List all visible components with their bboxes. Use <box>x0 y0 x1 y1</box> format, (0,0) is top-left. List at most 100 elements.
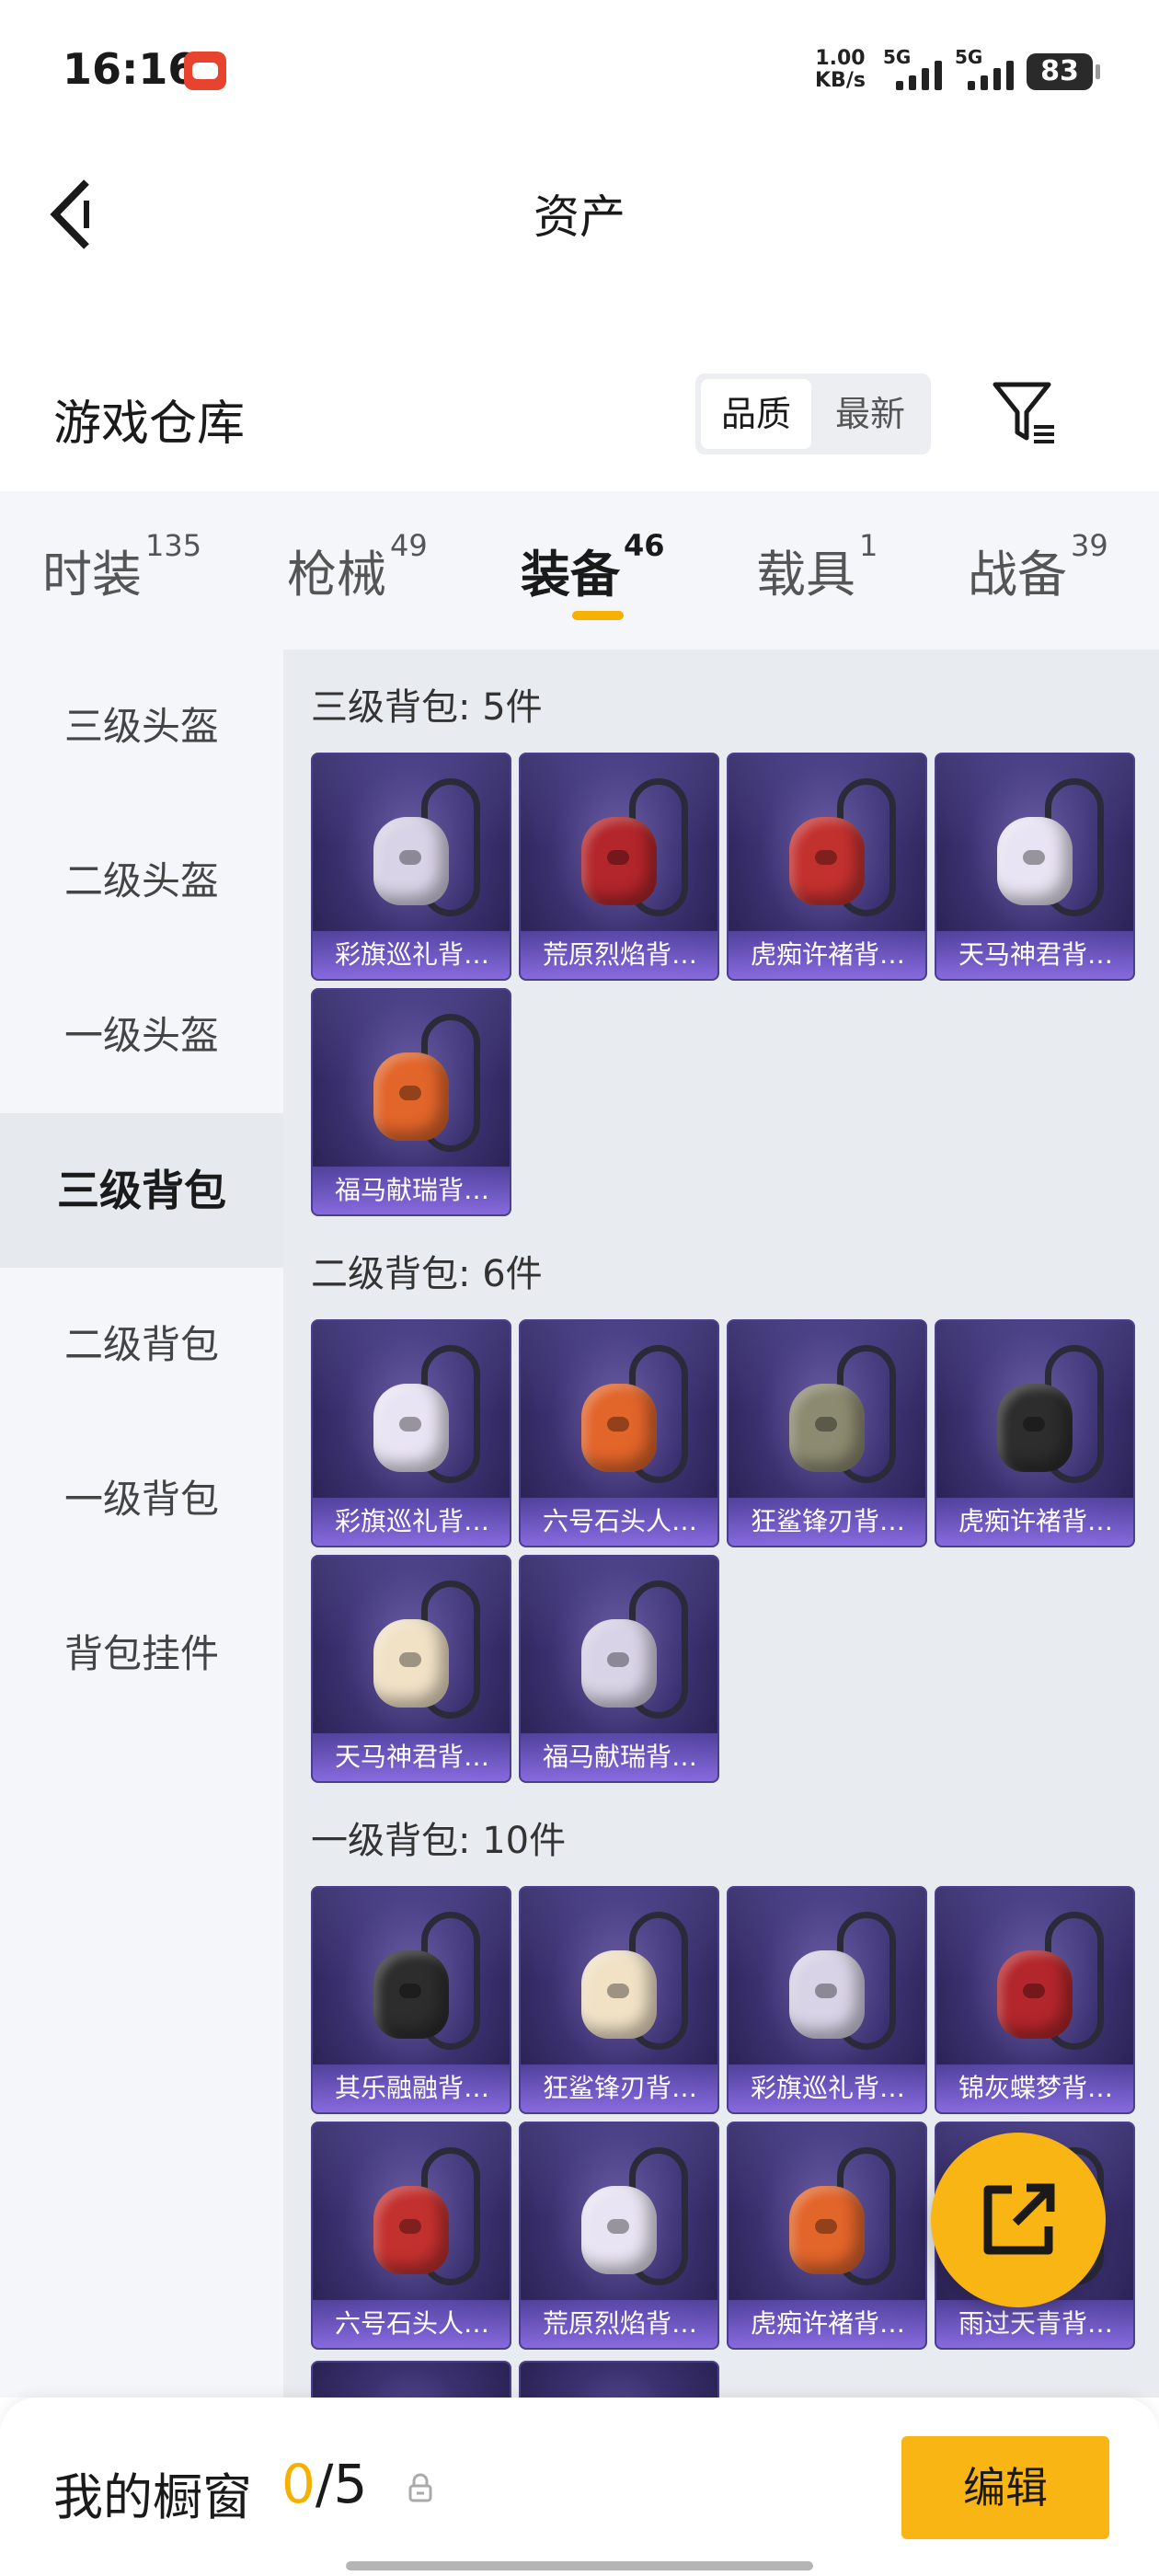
item-card[interactable]: 彩旗巡礼背… <box>311 753 511 981</box>
item-name: 福马献瑞背… <box>313 1167 510 1214</box>
item-card[interactable]: 荒原烈焰背… <box>519 2122 719 2350</box>
item-name: 彩旗巡礼背… <box>729 2064 925 2112</box>
backpack-icon <box>373 817 449 905</box>
backpack-icon <box>373 1619 449 1708</box>
section-title: 一级背包: 10件 <box>311 1820 567 1862</box>
share-button[interactable] <box>931 2133 1106 2307</box>
tab-count: 49 <box>390 528 428 563</box>
item-name: 荒原烈焰背… <box>521 2300 717 2348</box>
item-name: 天马神君背… <box>936 931 1133 979</box>
tab-count: 39 <box>1071 528 1108 563</box>
tab-supplies[interactable]: 战备 39 <box>968 528 1108 606</box>
backpack-icon <box>997 1950 1073 2039</box>
item-card[interactable]: 虎痴许褚背… <box>727 753 927 981</box>
warehouse-title: 游戏仓库 <box>53 397 246 452</box>
backpack-icon <box>997 817 1073 905</box>
category-tabs: 时装 135 枪械 49 装备 46 载具 1 战备 39 <box>0 491 1159 650</box>
net-speed-unit: KB/s <box>815 69 866 92</box>
tab-weapons[interactable]: 枪械 49 <box>287 528 428 606</box>
backpack-icon <box>373 1950 449 2039</box>
item-card[interactable]: 六号石头人… <box>519 1319 719 1547</box>
item-card[interactable]: 天马神君背… <box>935 753 1135 981</box>
battery-icon: 83 <box>1027 53 1100 90</box>
item-name: 六号石头人… <box>521 1498 717 1546</box>
edit-button[interactable]: 编辑 <box>901 2436 1109 2539</box>
backpack-icon <box>581 1619 657 1708</box>
signal-2-label: 5G <box>955 46 983 68</box>
backpack-detail <box>815 2219 837 2234</box>
sidebar-item-helmet-3[interactable]: 三级头盔 <box>0 650 283 804</box>
item-name: 狂鲨锋刃背… <box>521 2064 717 2112</box>
sidebar-item-helmet-2[interactable]: 二级头盔 <box>0 804 283 959</box>
tab-fashion[interactable]: 时装 135 <box>42 528 201 606</box>
backpack-icon <box>373 1052 449 1141</box>
item-name: 其乐融融背… <box>313 2064 510 2112</box>
backpack-detail <box>399 1652 421 1667</box>
status-bar: 16:16 1.00 KB/s 5G 5G 83 <box>0 0 1159 138</box>
signal-1-icon: 5G <box>883 46 957 94</box>
showcase-count: 0/5 <box>281 2453 367 2515</box>
item-card[interactable] <box>311 2361 511 2398</box>
item-card[interactable]: 福马献瑞背… <box>519 1555 719 1783</box>
app-notification-icon <box>184 52 226 90</box>
item-card[interactable]: 六号石头人… <box>311 2122 511 2350</box>
section-title: 二级背包: 6件 <box>311 1253 543 1295</box>
backpack-detail <box>607 1652 629 1667</box>
backpack-icon <box>581 1950 657 2039</box>
backpack-icon <box>373 2186 449 2274</box>
tab-count: 135 <box>145 528 202 563</box>
item-card[interactable]: 其乐融融背… <box>311 1886 511 2114</box>
status-time: 16:16 <box>63 44 198 94</box>
sidebar-item-backpack-2[interactable]: 二级背包 <box>0 1268 283 1422</box>
item-card[interactable]: 狂鲨锋刃背… <box>727 1319 927 1547</box>
backpack-icon <box>581 817 657 905</box>
sidebar-item-helmet-1[interactable]: 一级头盔 <box>0 959 283 1113</box>
item-card[interactable]: 天马神君背… <box>311 1555 511 1783</box>
backpack-detail <box>399 1086 421 1100</box>
item-card[interactable]: 狂鲨锋刃背… <box>519 1886 719 2114</box>
item-name: 锦灰蝶梦背… <box>936 2064 1133 2112</box>
filter-button[interactable] <box>988 377 1061 451</box>
showcase-bar: 我的橱窗 0/5 编辑 <box>0 2398 1159 2576</box>
backpack-detail <box>607 850 629 865</box>
filter-icon <box>993 382 1054 443</box>
sidebar-item-backpack-3[interactable]: 三级背包 <box>0 1113 283 1268</box>
tab-equipment[interactable]: 装备 46 <box>521 528 665 606</box>
signal-2-icon: 5G <box>955 46 1028 94</box>
item-card[interactable]: 虎痴许褚背… <box>935 1319 1135 1547</box>
sort-latest-button[interactable]: 最新 <box>815 379 925 449</box>
backpack-icon <box>581 2186 657 2274</box>
item-card[interactable]: 虎痴许褚背… <box>727 2122 927 2350</box>
item-card[interactable]: 锦灰蝶梦背… <box>935 1886 1135 2114</box>
backpack-detail <box>815 1984 837 1998</box>
sort-quality-button[interactable]: 品质 <box>701 379 811 449</box>
showcase-title: 我的橱窗 <box>53 2468 252 2526</box>
item-card[interactable]: 彩旗巡礼背… <box>311 1319 511 1547</box>
item-name: 福马献瑞背… <box>521 1733 717 1781</box>
share-external-icon <box>983 2183 1055 2255</box>
net-speed: 1.00 KB/s <box>815 48 866 92</box>
backpack-icon <box>997 1384 1073 1472</box>
backpack-detail <box>1023 1417 1045 1432</box>
backpack-detail <box>1023 850 1045 865</box>
item-card[interactable]: 荒原烈焰背… <box>519 753 719 981</box>
backpack-icon <box>789 817 865 905</box>
backpack-icon <box>789 2186 865 2274</box>
backpack-detail <box>399 850 421 865</box>
sidebar: 三级头盔 二级头盔 一级头盔 三级背包 二级背包 一级背包 背包挂件 <box>0 650 283 2398</box>
backpack-detail <box>607 2219 629 2234</box>
sort-toggle: 品质 最新 <box>695 374 931 454</box>
net-speed-value: 1.00 <box>815 47 866 70</box>
sidebar-item-backpack-charm[interactable]: 背包挂件 <box>0 1577 283 1731</box>
tab-label: 载具 <box>756 546 855 604</box>
tab-vehicles[interactable]: 载具 1 <box>756 528 878 606</box>
item-card[interactable]: 彩旗巡礼背… <box>727 1886 927 2114</box>
item-card[interactable]: 福马献瑞背… <box>311 988 511 1216</box>
lock-icon <box>408 2473 432 2502</box>
backpack-detail <box>815 850 837 865</box>
backpack-icon <box>373 1384 449 1472</box>
sidebar-item-backpack-1[interactable]: 一级背包 <box>0 1422 283 1577</box>
showcase-total: /5 <box>315 2453 368 2515</box>
backpack-detail <box>607 1417 629 1432</box>
item-card[interactable] <box>519 2361 719 2398</box>
